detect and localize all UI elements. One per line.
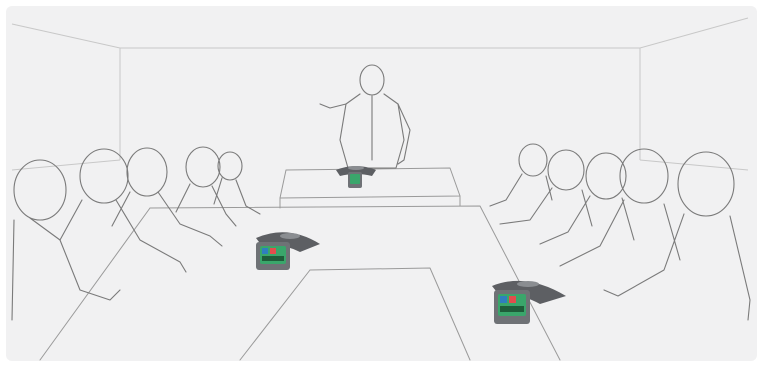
conference-room-scene <box>11 17 751 361</box>
conference-phone-left <box>256 232 320 270</box>
illustration-stage <box>0 0 763 367</box>
left-attendees <box>11 146 261 321</box>
conference-table <box>39 167 561 361</box>
room-walls <box>11 17 749 171</box>
conference-phone-right <box>492 280 566 324</box>
conference-phone-center <box>336 166 376 188</box>
presenter-figure <box>319 64 411 169</box>
